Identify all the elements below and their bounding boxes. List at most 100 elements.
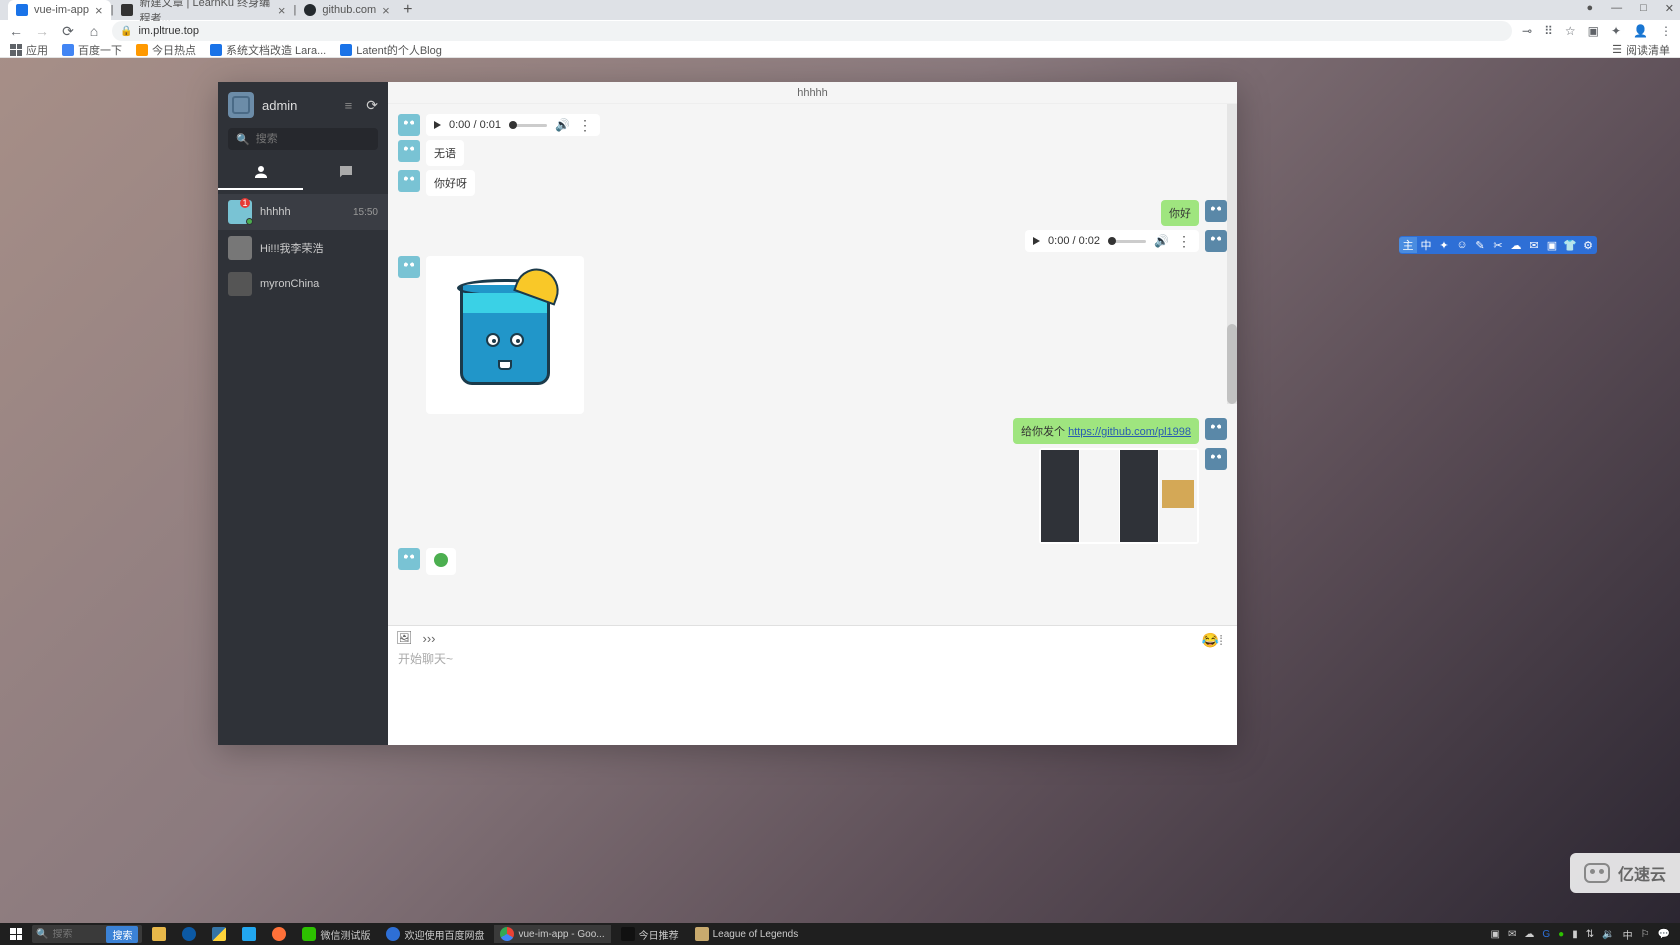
key-icon[interactable]: ⊸ bbox=[1522, 24, 1532, 38]
taskbar-firefox[interactable] bbox=[266, 925, 292, 943]
scrollbar[interactable] bbox=[1227, 104, 1237, 404]
reading-list-button[interactable]: ☰ 阅读清单 bbox=[1612, 42, 1670, 58]
screenshot-message[interactable] bbox=[1039, 448, 1199, 544]
tray-network-icon[interactable]: ⇅ bbox=[1586, 929, 1594, 940]
volume-icon[interactable]: 🔊 bbox=[1154, 234, 1169, 248]
contact-item[interactable]: Hi!!!我李荣浩 bbox=[218, 230, 388, 266]
bookmark-latent[interactable]: Latent的个人Blog bbox=[340, 42, 442, 58]
audio-track[interactable] bbox=[1108, 240, 1146, 243]
sidebar-tabs bbox=[218, 156, 388, 190]
profile-icon[interactable]: 👤 bbox=[1633, 24, 1648, 38]
taskbar-wechat[interactable]: 微信测试版 bbox=[296, 925, 376, 943]
taskbar-vscode[interactable] bbox=[236, 925, 262, 943]
close-icon[interactable]: × bbox=[95, 3, 103, 18]
audio-player[interactable]: 0:00 / 0:02 🔊 ⋮ bbox=[1025, 230, 1199, 252]
volume-icon[interactable]: 🔊 bbox=[555, 118, 570, 132]
contact-item[interactable]: 1 hhhhh 15:50 bbox=[218, 194, 388, 230]
taskbar-baidupan[interactable]: 欢迎使用百度网盘 bbox=[380, 925, 490, 943]
start-button[interactable] bbox=[4, 925, 28, 943]
tool-grid-icon[interactable]: ▣ bbox=[1543, 239, 1561, 252]
search-input[interactable] bbox=[256, 133, 370, 145]
search-go-button[interactable]: 搜索 bbox=[106, 926, 138, 943]
voice-icon[interactable]: ››› bbox=[423, 631, 436, 646]
taskbar-explorer[interactable] bbox=[146, 925, 172, 943]
tool-main[interactable]: 主 bbox=[1399, 237, 1417, 253]
github-link[interactable]: https://github.com/pl1998 bbox=[1068, 426, 1191, 438]
floating-toolbar: 主 中 ✦ ☺ ✎ ✂ ☁ ✉ ▣ 👕 ⚙ bbox=[1399, 236, 1597, 254]
image-message[interactable] bbox=[426, 256, 584, 414]
tool-cn[interactable]: 中 bbox=[1417, 237, 1435, 253]
bookmark-hot[interactable]: 今日热点 bbox=[136, 42, 196, 58]
minimize-button[interactable]: — bbox=[1611, 2, 1622, 15]
close-icon[interactable]: × bbox=[382, 3, 390, 18]
tab-chats[interactable] bbox=[303, 156, 388, 190]
taskbar-lol[interactable]: League of Legends bbox=[689, 925, 805, 943]
home-button[interactable]: ⌂ bbox=[86, 23, 102, 39]
omnibox[interactable]: 🔒 im.pltrue.top bbox=[112, 21, 1512, 41]
new-tab-button[interactable]: + bbox=[398, 1, 418, 19]
more-icon[interactable]: ⋮ bbox=[1177, 233, 1191, 250]
forward-button[interactable]: → bbox=[34, 23, 50, 39]
translate-icon[interactable]: ⠿ bbox=[1544, 24, 1553, 38]
tray-icon[interactable]: G bbox=[1542, 929, 1550, 940]
more-icon[interactable]: ⋮ bbox=[578, 117, 592, 134]
tray-ime-icon[interactable]: 中 bbox=[1623, 927, 1633, 942]
reload-button[interactable]: ⟳ bbox=[60, 23, 76, 40]
contact-item[interactable]: myronChina bbox=[218, 266, 388, 302]
tab-learnku[interactable]: 新建文章 | LearnKu 终身编程者... × bbox=[113, 0, 293, 20]
play-icon[interactable] bbox=[1033, 237, 1040, 245]
tool-mail-icon[interactable]: ✉ bbox=[1525, 239, 1543, 252]
tab-vue-im-app[interactable]: vue-im-app × bbox=[8, 0, 111, 20]
extensions-icon[interactable]: ✦ bbox=[1611, 24, 1621, 38]
taskbar-search[interactable]: 🔍 搜索 bbox=[32, 925, 142, 943]
tool-gear-icon[interactable]: ⚙ bbox=[1579, 239, 1597, 252]
taskbar-python[interactable] bbox=[206, 925, 232, 943]
tab-strip: vue-im-app × | 新建文章 | LearnKu 终身编程者... ×… bbox=[0, 0, 1680, 20]
tray-volume-icon[interactable]: 🔉 bbox=[1602, 929, 1614, 940]
tray-icon[interactable]: ✉ bbox=[1508, 929, 1516, 940]
tool-shirt-icon[interactable]: 👕 bbox=[1561, 239, 1579, 252]
tab-github[interactable]: github.com × bbox=[296, 0, 397, 20]
close-icon[interactable]: × bbox=[278, 3, 286, 18]
audio-player[interactable]: 0:00 / 0:01 🔊 ⋮ bbox=[426, 114, 600, 136]
refresh-icon[interactable]: ⟳ bbox=[366, 97, 378, 114]
taskbar-chrome[interactable]: vue-im-app - Goo... bbox=[494, 925, 610, 943]
taskbar-today[interactable]: 今日推荐 bbox=[615, 925, 685, 943]
tray-icon[interactable]: ▣ bbox=[1491, 929, 1500, 940]
tab-contacts[interactable] bbox=[218, 156, 303, 190]
taskbar-edge[interactable] bbox=[176, 925, 202, 943]
tab-title: vue-im-app bbox=[34, 4, 89, 16]
message-input[interactable] bbox=[398, 650, 1227, 745]
address-bar: ← → ⟳ ⌂ 🔒 im.pltrue.top ⊸ ⠿ ☆ ▣ ✦ 👤 ⋮ bbox=[0, 20, 1680, 42]
close-button[interactable]: ✕ bbox=[1665, 2, 1674, 15]
bookmark-lara[interactable]: 系统文档改造 Lara... bbox=[210, 42, 326, 58]
tool-cut-icon[interactable]: ✂ bbox=[1489, 239, 1507, 252]
record-icon[interactable]: ● bbox=[1586, 2, 1593, 15]
tray-icon[interactable]: ☁ bbox=[1524, 929, 1534, 940]
apps-button[interactable]: 应用 bbox=[10, 42, 48, 58]
message-list[interactable]: 0:00 / 0:01 🔊 ⋮ 无语 你好呀 你好 bbox=[388, 104, 1237, 625]
play-icon[interactable] bbox=[434, 121, 441, 129]
bookmark-baidu[interactable]: 百度一下 bbox=[62, 42, 122, 58]
tool-pen-icon[interactable]: ✎ bbox=[1471, 239, 1489, 252]
tray-battery-icon[interactable]: ▮ bbox=[1572, 929, 1578, 940]
scroll-thumb[interactable] bbox=[1227, 324, 1237, 404]
tool-face-icon[interactable]: ☺ bbox=[1453, 239, 1471, 251]
tray-flag-icon[interactable]: ⚐ bbox=[1641, 929, 1650, 940]
tray-notify-icon[interactable]: 💬 bbox=[1658, 929, 1670, 940]
username: admin bbox=[262, 98, 297, 113]
cast-icon[interactable]: ▣ bbox=[1588, 24, 1599, 38]
tool-cloud-icon[interactable]: ☁ bbox=[1507, 239, 1525, 252]
tool-spark-icon[interactable]: ✦ bbox=[1435, 239, 1453, 252]
maximize-button[interactable]: □ bbox=[1640, 2, 1647, 15]
audio-track[interactable] bbox=[509, 124, 547, 127]
taskbar-search-input[interactable] bbox=[52, 929, 102, 940]
star-icon[interactable]: ☆ bbox=[1565, 24, 1576, 38]
emoji-picker-icon[interactable]: 😂⁞ bbox=[1202, 632, 1223, 649]
menu-icon[interactable]: ⋮ bbox=[1660, 24, 1672, 38]
back-button[interactable]: ← bbox=[8, 23, 24, 39]
image-icon[interactable]: 🖼 bbox=[396, 630, 413, 646]
menu-icon[interactable]: ≡ bbox=[345, 98, 353, 113]
tray-wechat-icon[interactable]: ● bbox=[1558, 929, 1564, 940]
search-box[interactable]: 🔍 bbox=[228, 128, 378, 150]
